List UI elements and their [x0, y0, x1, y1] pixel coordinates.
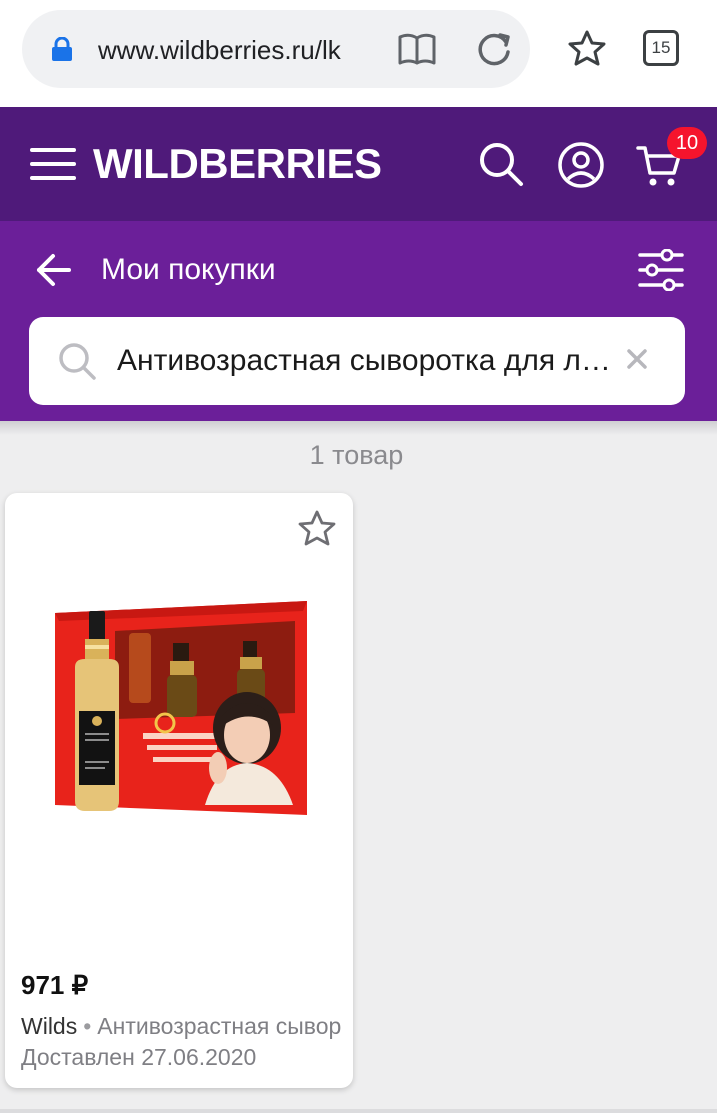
- search-icon[interactable]: [478, 141, 524, 187]
- tabs-icon[interactable]: 15: [643, 30, 679, 66]
- page-header: Мои покупки Антивозрастная сыворотка для…: [0, 221, 717, 421]
- url-text[interactable]: www.wildberries.ru/lk: [98, 34, 366, 66]
- cart-count-badge: 10: [667, 127, 707, 159]
- search-icon: [59, 343, 96, 380]
- tab-count: 15: [651, 38, 671, 57]
- product-name: Антивозрастная сыворотка для лица: [97, 1013, 341, 1039]
- menu-icon[interactable]: [30, 147, 76, 181]
- product-image[interactable]: [45, 593, 315, 838]
- site-header: WILDBERRIES: [0, 107, 717, 221]
- product-price: 971 ₽: [21, 970, 89, 1000]
- reader-mode-icon[interactable]: [397, 31, 437, 67]
- back-arrow-icon[interactable]: [36, 253, 72, 287]
- page-title: Мои покупки: [101, 253, 276, 286]
- wildberries-logo[interactable]: WILDBERRIES: [93, 141, 382, 187]
- separator-dot: •: [83, 1013, 92, 1039]
- purchases-search-field[interactable]: Антивозрастная сыворотка для лица: [29, 317, 685, 405]
- clear-icon[interactable]: [625, 347, 649, 371]
- delivery-status: Доставлен 27.06.2020: [21, 1044, 257, 1070]
- product-title-line: Wilds•Антивозрастная сыворотка для лица: [21, 1011, 341, 1041]
- favorite-star-icon[interactable]: [297, 509, 337, 549]
- search-input[interactable]: Антивозрастная сыворотка для лица: [117, 343, 613, 379]
- product-card[interactable]: 971 ₽ Wilds•Антивозрастная сыворотка для…: [5, 493, 353, 1088]
- header-shadow: [0, 421, 717, 435]
- reload-icon[interactable]: [475, 30, 513, 68]
- profile-icon[interactable]: [557, 141, 605, 189]
- address-bar[interactable]: www.wildberries.ru/lk: [22, 10, 530, 88]
- bottom-divider: [0, 1109, 717, 1113]
- browser-toolbar: www.wildberries.ru/lk 15: [0, 0, 717, 107]
- lock-icon: [52, 37, 72, 61]
- filters-icon[interactable]: [638, 249, 684, 291]
- product-brand: Wilds: [21, 1013, 78, 1039]
- result-count: 1 товар: [309, 440, 404, 470]
- bookmark-star-icon[interactable]: [567, 29, 607, 69]
